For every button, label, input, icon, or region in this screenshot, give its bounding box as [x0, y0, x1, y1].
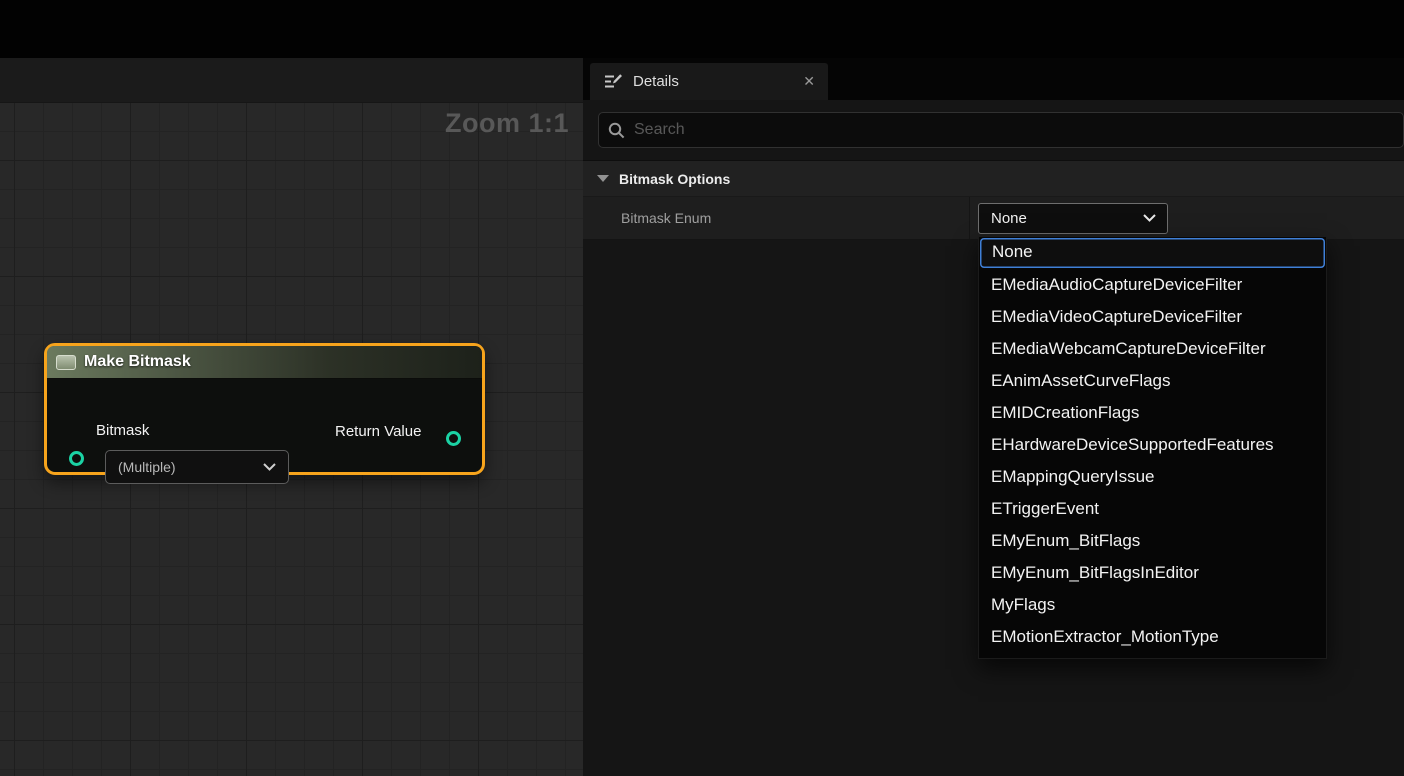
output-pin-label: Return Value: [335, 423, 421, 440]
dropdown-option[interactable]: EMyEnum_BitFlagsInEditor: [979, 557, 1326, 589]
details-panel: Details ✕ Bitmask Options Bitmask Enum N…: [583, 58, 1404, 776]
bitmask-enum-dropdown[interactable]: None: [978, 203, 1168, 234]
top-menu-bar: [0, 0, 1404, 58]
make-bitmask-node[interactable]: Make Bitmask Bitmask (Multiple) Return V…: [44, 343, 485, 475]
property-row-bitmask-enum: Bitmask Enum None: [583, 197, 1404, 240]
property-label: Bitmask Enum: [583, 197, 970, 239]
search-input[interactable]: [634, 121, 1394, 139]
bitmask-value-dropdown[interactable]: (Multiple): [105, 450, 289, 484]
graph-top-strip: [0, 58, 583, 103]
bitmask-value-text: (Multiple): [118, 459, 176, 475]
dropdown-option[interactable]: MyFlags: [979, 589, 1326, 621]
search-box: [598, 112, 1404, 148]
unreal-editor-window: Zoom 1:1 Make Bitmask Bitmask (Multiple)…: [0, 0, 1404, 776]
struct-icon: [56, 355, 76, 370]
tab-title: Details: [633, 73, 679, 90]
enum-dropdown-menu: None EMediaAudioCaptureDeviceFilter EMed…: [978, 236, 1327, 659]
chevron-down-icon: [263, 463, 276, 471]
dropdown-option[interactable]: EMappingQueryIssue: [979, 461, 1326, 493]
tab-details[interactable]: Details ✕: [590, 63, 828, 100]
node-body: Bitmask (Multiple) Return Value: [47, 379, 482, 472]
dropdown-option[interactable]: EAnimAssetCurveFlags: [979, 365, 1326, 397]
expander-arrow-icon[interactable]: [597, 175, 609, 182]
return-value-output-pin-icon[interactable]: [446, 431, 461, 446]
dropdown-option-selected[interactable]: None: [980, 238, 1325, 268]
dropdown-option[interactable]: EMyEnum_BitFlags: [979, 525, 1326, 557]
search-icon: [608, 122, 625, 139]
details-icon: [603, 73, 623, 90]
input-pin-label: Bitmask: [96, 422, 149, 439]
combo-selected-value: None: [991, 210, 1027, 227]
dropdown-option[interactable]: EMotionExtractor_MotionType: [979, 621, 1326, 653]
close-icon[interactable]: ✕: [803, 73, 815, 90]
zoom-indicator: Zoom 1:1: [445, 108, 569, 139]
bitmask-input-pin-icon[interactable]: [69, 451, 84, 466]
dropdown-option[interactable]: EHardwareDeviceSupportedFeatures: [979, 429, 1326, 461]
dropdown-option[interactable]: EMediaWebcamCaptureDeviceFilter: [979, 333, 1326, 365]
dropdown-option[interactable]: EMediaVideoCaptureDeviceFilter: [979, 301, 1326, 333]
property-value-cell: None: [970, 203, 1404, 234]
node-header: Make Bitmask: [47, 346, 482, 379]
node-title: Make Bitmask: [84, 353, 191, 371]
section-title: Bitmask Options: [619, 171, 730, 187]
dropdown-option[interactable]: EMIDCreationFlags: [979, 397, 1326, 429]
dropdown-option[interactable]: EMediaAudioCaptureDeviceFilter: [979, 269, 1326, 301]
section-bitmask-options[interactable]: Bitmask Options: [583, 160, 1404, 197]
chevron-down-icon: [1143, 214, 1156, 222]
dropdown-option[interactable]: ETriggerEvent: [979, 493, 1326, 525]
tab-bar: Details ✕: [583, 58, 1404, 100]
blueprint-graph-canvas[interactable]: Zoom 1:1 Make Bitmask Bitmask (Multiple)…: [0, 58, 583, 776]
search-row: [583, 100, 1404, 160]
